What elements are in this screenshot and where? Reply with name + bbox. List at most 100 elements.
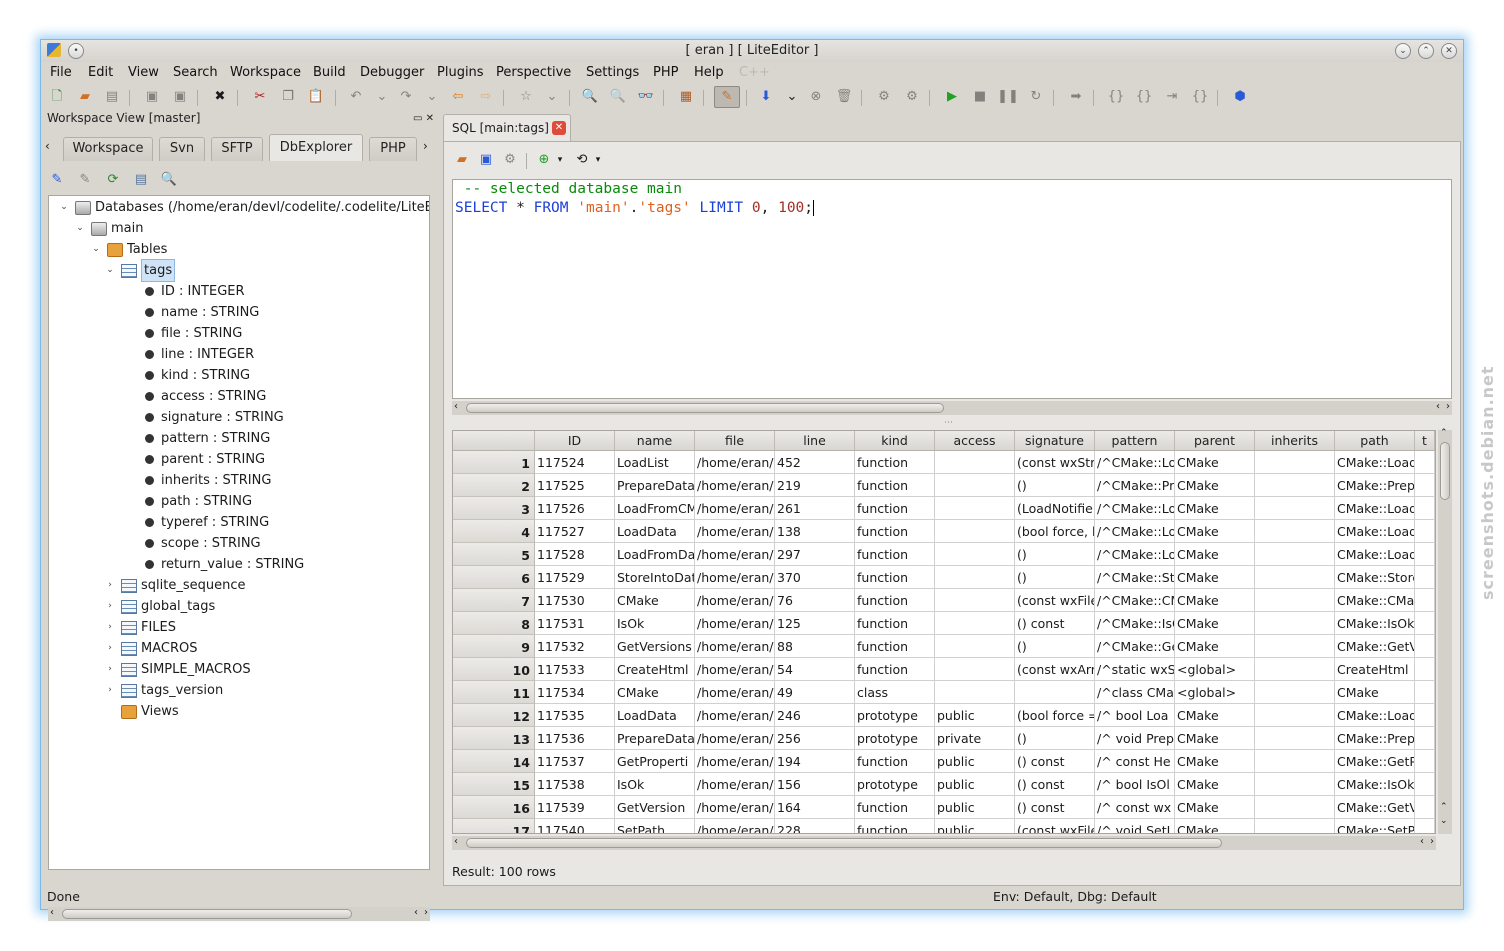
close-connection-icon[interactable]: ✎ xyxy=(77,172,93,188)
grid-cell[interactable]: IsOk xyxy=(615,773,695,796)
row-header[interactable]: 16 xyxy=(453,796,535,819)
grid-cell[interactable]: CMake::SetPath xyxy=(1335,819,1415,833)
tab-php[interactable]: PHP xyxy=(369,137,417,161)
grid-cell[interactable]: /^CMake::Lo xyxy=(1095,451,1175,474)
grid-cell[interactable] xyxy=(935,474,1015,497)
grid-cell[interactable]: /^static wxSt xyxy=(1095,658,1175,681)
collapse-arrow-icon[interactable]: › xyxy=(105,596,115,617)
grid-cell[interactable]: () xyxy=(1015,727,1095,750)
tree-column[interactable]: return_value : STRING xyxy=(145,554,304,575)
grid-cell[interactable]: private xyxy=(935,727,1015,750)
tab-dbexplorer[interactable]: DbExplorer xyxy=(269,134,363,161)
grid-cell[interactable]: public xyxy=(935,704,1015,727)
column-header[interactable]: inherits xyxy=(1255,431,1335,451)
grid-cell[interactable]: function xyxy=(855,658,935,681)
grid-cell[interactable] xyxy=(1415,612,1435,635)
grid-cell[interactable]: function xyxy=(855,566,935,589)
grid-cell[interactable]: /^CMake::IsC xyxy=(1095,612,1175,635)
scroll-right-icon[interactable]: › xyxy=(1446,401,1450,412)
row-header[interactable]: 8 xyxy=(453,612,535,635)
collapse-arrow-icon[interactable]: › xyxy=(105,575,115,596)
tree-column[interactable]: signature : STRING xyxy=(145,407,284,428)
grid-cell[interactable] xyxy=(1255,796,1335,819)
tab-sql-main-tags[interactable]: SQL [main:tags] ✕ xyxy=(443,114,571,141)
debug-restart-icon[interactable]: ↻ xyxy=(1028,89,1044,105)
expand-arrow-icon[interactable]: ⌄ xyxy=(59,197,69,218)
save-all-icon[interactable]: ▣ xyxy=(172,89,188,105)
row-header[interactable]: 17 xyxy=(453,819,535,833)
row-header[interactable]: 4 xyxy=(453,520,535,543)
column-header[interactable]: kind xyxy=(855,431,935,451)
stop-build-icon[interactable]: ⊗ xyxy=(808,89,824,105)
grid-cell[interactable]: class xyxy=(855,681,935,704)
grid-cell[interactable] xyxy=(1415,635,1435,658)
tree-table[interactable]: › global_tags xyxy=(105,596,215,617)
grid-cell[interactable]: CMake::GetVers xyxy=(1335,635,1415,658)
grid-cell[interactable]: /home/eran/ xyxy=(695,520,775,543)
grid-cell[interactable]: function xyxy=(855,750,935,773)
grid-cell[interactable]: 117527 xyxy=(535,520,615,543)
tree-column[interactable]: typeref : STRING xyxy=(145,512,269,533)
grid-cell[interactable]: <global> xyxy=(1175,681,1255,704)
template-dropdown-icon[interactable]: ▾ xyxy=(552,152,568,168)
open-resource-icon[interactable]: ▦ xyxy=(678,89,694,105)
grid-cell[interactable]: () xyxy=(1015,543,1095,566)
grid-cell[interactable] xyxy=(1415,543,1435,566)
tab-sftp[interactable]: SFTP xyxy=(211,137,263,161)
grid-cell[interactable]: 246 xyxy=(775,704,855,727)
grid-cell[interactable] xyxy=(1255,612,1335,635)
scroll-thumb[interactable] xyxy=(466,838,1222,848)
grid-cell[interactable]: 117530 xyxy=(535,589,615,612)
column-header[interactable]: signature xyxy=(1015,431,1095,451)
scroll-thumb[interactable] xyxy=(466,403,944,413)
collapse-arrow-icon[interactable]: › xyxy=(105,638,115,659)
grid-cell[interactable]: /^CMake::Lo xyxy=(1095,543,1175,566)
grid-cell[interactable]: () xyxy=(1015,566,1095,589)
forward-arrow-icon[interactable]: ⇨ xyxy=(478,89,494,105)
scroll-left-icon[interactable]: ‹ xyxy=(454,401,458,412)
grid-cell[interactable]: function xyxy=(855,451,935,474)
menu-help[interactable]: Help xyxy=(694,65,724,80)
grid-cell[interactable]: CMake xyxy=(615,681,695,704)
step-in-icon[interactable]: {} xyxy=(1108,89,1125,105)
splitter-handle[interactable]: ⋯ xyxy=(944,418,953,428)
tree-folder-views[interactable]: Views xyxy=(105,701,179,722)
grid-cell[interactable] xyxy=(1415,750,1435,773)
menu-build[interactable]: Build xyxy=(313,65,346,80)
bookmark-star-icon[interactable]: ☆ xyxy=(518,89,534,105)
grid-cell[interactable]: function xyxy=(855,543,935,566)
grid-cell[interactable]: /^class CMak xyxy=(1095,681,1175,704)
close-tab-icon[interactable]: ✕ xyxy=(552,121,566,135)
grid-cell[interactable]: 228 xyxy=(775,819,855,833)
grid-cell[interactable] xyxy=(935,658,1015,681)
grid-cell[interactable]: function xyxy=(855,520,935,543)
grid-cell[interactable]: LoadList xyxy=(615,451,695,474)
bookmark-dropdown-icon[interactable]: ⌄ xyxy=(544,89,560,105)
connect-db-icon[interactable]: ✎ xyxy=(49,172,65,188)
grid-cell[interactable]: /home/eran/ xyxy=(695,727,775,750)
scroll-left-icon[interactable]: ‹ xyxy=(1420,836,1424,847)
menu-search[interactable]: Search xyxy=(173,65,218,80)
back-arrow-icon[interactable]: ⇦ xyxy=(450,89,466,105)
expand-arrow-icon[interactable]: ⌄ xyxy=(105,260,115,281)
build-dropdown-icon[interactable]: ⌄ xyxy=(784,89,800,105)
undo-dropdown-icon[interactable]: ⌄ xyxy=(374,89,390,105)
grid-cell[interactable]: 256 xyxy=(775,727,855,750)
grid-cell[interactable] xyxy=(1255,474,1335,497)
tree-table[interactable]: › tags_version xyxy=(105,680,223,701)
column-header[interactable]: pattern xyxy=(1095,431,1175,451)
tree-column[interactable]: file : STRING xyxy=(145,323,242,344)
build-icon[interactable]: ⬇ xyxy=(758,89,774,105)
grid-cell[interactable]: public xyxy=(935,819,1015,833)
grid-cell[interactable]: prototype xyxy=(855,704,935,727)
grid-cell[interactable]: 117526 xyxy=(535,497,615,520)
grid-cell[interactable] xyxy=(1415,819,1435,833)
grid-cell[interactable] xyxy=(935,543,1015,566)
row-header[interactable]: 1 xyxy=(453,451,535,474)
grid-cell[interactable]: LoadData xyxy=(615,704,695,727)
grid-cell[interactable]: 219 xyxy=(775,474,855,497)
grid-cell[interactable]: CMake xyxy=(1175,497,1255,520)
grid-cell[interactable]: /^CMake::Sto xyxy=(1095,566,1175,589)
grid-cell[interactable]: /^CMake::Ge xyxy=(1095,635,1175,658)
row-header[interactable]: 12 xyxy=(453,704,535,727)
